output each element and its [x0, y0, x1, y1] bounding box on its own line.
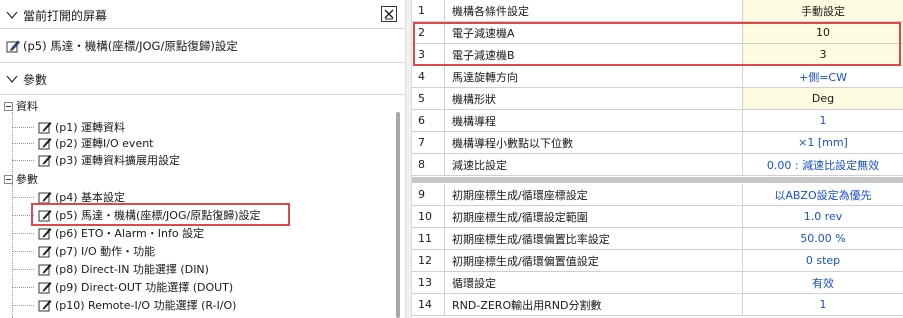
param-name: 馬達旋轉方向	[445, 66, 743, 87]
param-name: RND-ZERO輸出用RND分割數	[445, 294, 743, 315]
edit-icon	[38, 155, 52, 167]
tree-item-p10[interactable]: (p10) Remote-I/O 功能選擇 (R-I/O)	[38, 296, 236, 314]
open-screen-label: (p5) 馬達・機構(座標/JOG/原點復歸)設定	[23, 39, 238, 53]
close-all-icon[interactable]	[381, 6, 397, 22]
tree-item-label: (p8) Direct-IN 功能選擇 (DIN)	[55, 263, 209, 276]
table-row[interactable]: 7 機構導程小數點以下位數 ×1 [mm]	[412, 132, 903, 154]
table-row[interactable]: 9 初期座標生成/循環座標設定 以ABZO設定為優先	[412, 184, 903, 206]
param-value[interactable]: 0.00 : 減速比設定無效	[743, 154, 903, 175]
param-value[interactable]: 1	[743, 294, 903, 315]
edit-icon	[38, 246, 52, 258]
param-value[interactable]: 手動設定	[743, 0, 903, 21]
edit-icon	[38, 300, 52, 312]
divider	[0, 28, 405, 29]
tree-group-data[interactable]: 資料	[4, 97, 38, 115]
param-name: 機構各條件設定	[445, 0, 743, 21]
open-screen-item[interactable]: (p5) 馬達・機構(座標/JOG/原點復歸)設定	[6, 37, 238, 55]
edit-icon	[38, 192, 52, 204]
table-row[interactable]: 6 機構導程 1	[412, 110, 903, 132]
row-number: 8	[412, 154, 445, 175]
param-name: 機構導程小數點以下位數	[445, 132, 743, 153]
tree-item-p2[interactable]: (p2) 運轉I/O event	[38, 134, 154, 152]
tree-item-p9[interactable]: (p9) Direct-OUT 功能選擇 (DOUT)	[38, 278, 233, 296]
collapse-icon[interactable]	[4, 174, 13, 184]
param-name: 減速比設定	[445, 154, 743, 175]
tree-item-label: (p1) 運轉資料	[55, 121, 126, 134]
divider	[0, 62, 405, 63]
table-row[interactable]: 12 初期座標生成/循環偏置值設定 0 step	[412, 250, 903, 272]
tree-item-label: (p6) ETO・Alarm・Info 設定	[55, 227, 205, 240]
edit-icon	[6, 40, 20, 53]
param-value[interactable]: ×1 [mm]	[743, 132, 903, 153]
row-number: 12	[412, 250, 445, 271]
param-value[interactable]: 1	[743, 110, 903, 131]
row-number: 13	[412, 272, 445, 293]
tree-item-label: (p9) Direct-OUT 功能選擇 (DOUT)	[55, 281, 234, 294]
divider	[0, 94, 405, 95]
param-name: 初期座標生成/循環設定範圍	[445, 206, 743, 227]
table-row[interactable]: 5 機構形狀 Deg	[412, 88, 903, 110]
tree-group-params[interactable]: 參數	[4, 170, 38, 188]
param-name: 初期座標生成/循環偏置比率設定	[445, 228, 743, 249]
pane-splitter[interactable]	[405, 0, 412, 318]
table-row[interactable]: 11 初期座標生成/循環偏置比率設定 50.00 %	[412, 228, 903, 250]
param-name: 循環設定	[445, 272, 743, 293]
table-row[interactable]: 1 機構各條件設定 手動設定	[412, 0, 903, 22]
param-value[interactable]: Deg	[743, 88, 903, 109]
param-name: 初期座標生成/循環偏置值設定	[445, 250, 743, 271]
tree-group-label: 資料	[16, 100, 38, 113]
row-number: 9	[412, 184, 445, 205]
params-header[interactable]: 參數	[0, 66, 405, 92]
scrollbar[interactable]	[396, 112, 400, 318]
row-number: 14	[412, 294, 445, 315]
row-number: 5	[412, 88, 445, 109]
edit-icon	[38, 282, 52, 294]
param-value[interactable]: 1.0 rev	[743, 206, 903, 227]
param-value[interactable]: +側=CW	[743, 66, 903, 87]
left-panel: 當前打開的屏幕 (p5) 馬達・機構(座標/JOG/原點復歸)設定 參數 資料	[0, 0, 405, 318]
edit-icon	[38, 228, 52, 240]
tree-item-label: (p10) Remote-I/O 功能選擇 (R-I/O)	[55, 299, 237, 312]
table-row[interactable]: 14 RND-ZERO輸出用RND分割數 1	[412, 294, 903, 316]
param-value[interactable]: 0 step	[743, 250, 903, 271]
tree-item-p8[interactable]: (p8) Direct-IN 功能選擇 (DIN)	[38, 260, 209, 278]
tree-item-label: (p3) 運轉資料擴展用設定	[55, 154, 181, 167]
edit-icon	[38, 122, 52, 134]
group-separator	[412, 177, 903, 183]
collapse-icon[interactable]	[4, 101, 13, 111]
table-row[interactable]: 13 循環設定 有效	[412, 272, 903, 294]
table-row[interactable]: 10 初期座標生成/循環設定範圍 1.0 rev	[412, 206, 903, 228]
table-row[interactable]: 8 減速比設定 0.00 : 減速比設定無效	[412, 154, 903, 176]
tree-item-p6[interactable]: (p6) ETO・Alarm・Info 設定	[38, 224, 204, 242]
param-value[interactable]: 有效	[743, 272, 903, 293]
table-row[interactable]: 4 馬達旋轉方向 +側=CW	[412, 66, 903, 88]
row-number: 4	[412, 66, 445, 87]
highlighted-rows-box	[413, 22, 901, 66]
selected-item-highlight	[31, 203, 290, 226]
edit-icon	[38, 138, 52, 150]
params-label: 參數	[23, 72, 48, 87]
open-screens-header[interactable]: 當前打開的屏幕	[0, 2, 405, 28]
tree-item-label: (p7) I/O 動作・功能	[55, 245, 156, 258]
param-value[interactable]: 以ABZO設定為優先	[743, 184, 903, 205]
tree-item-p7[interactable]: (p7) I/O 動作・功能	[38, 242, 155, 260]
row-number: 10	[412, 206, 445, 227]
row-number: 6	[412, 110, 445, 131]
row-number: 7	[412, 132, 445, 153]
edit-icon	[38, 264, 52, 276]
chevron-down-icon	[6, 11, 18, 20]
param-name: 機構導程	[445, 110, 743, 131]
param-name: 機構形狀	[445, 88, 743, 109]
row-number: 1	[412, 0, 445, 21]
param-name: 初期座標生成/循環座標設定	[445, 184, 743, 205]
tree-item-label: (p2) 運轉I/O event	[55, 137, 154, 150]
open-screens-label: 當前打開的屏幕	[23, 8, 108, 23]
tree-item-p3[interactable]: (p3) 運轉資料擴展用設定	[38, 151, 180, 169]
row-number: 11	[412, 228, 445, 249]
param-value[interactable]: 50.00 %	[743, 228, 903, 249]
tree-group-label: 參數	[16, 173, 38, 186]
chevron-down-icon	[6, 75, 18, 84]
